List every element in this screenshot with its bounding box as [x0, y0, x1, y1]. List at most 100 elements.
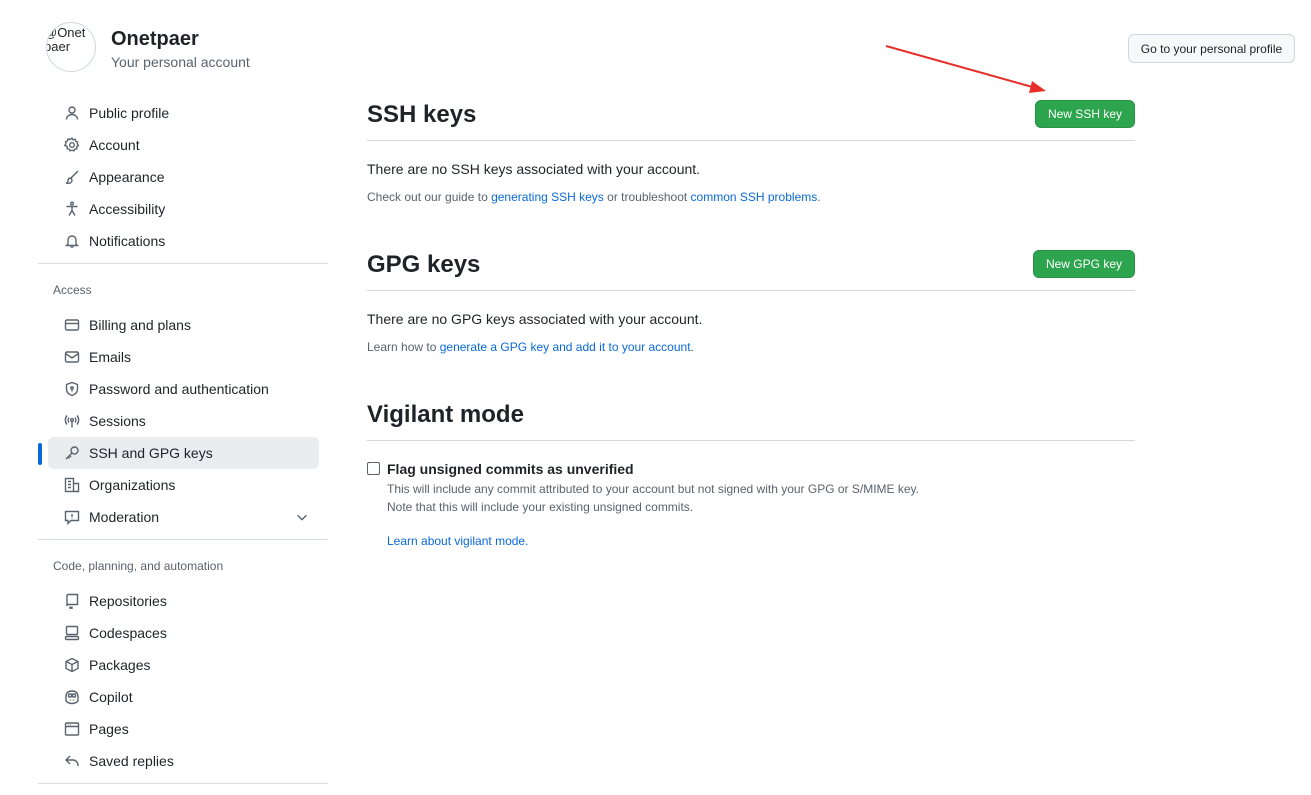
ssh-keys-header: SSH keys New SSH key: [367, 96, 1135, 141]
new-gpg-key-button[interactable]: New GPG key: [1032, 250, 1135, 278]
gpg-learn-suffix: .: [690, 340, 694, 354]
settings-sidebar: Public profile Account Appearance Access…: [38, 97, 328, 791]
sidebar-item-label: Public profile: [89, 105, 170, 121]
sidebar-section-access: Access: [53, 283, 92, 297]
mail-icon: [63, 348, 81, 366]
chevron-down-icon[interactable]: [295, 510, 309, 524]
sidebar-item-repositories[interactable]: Repositories: [48, 585, 319, 617]
copilot-icon: [63, 688, 81, 706]
ssh-guide-middle: or troubleshoot: [603, 190, 691, 204]
sidebar-item-password[interactable]: Password and authentication: [48, 373, 319, 405]
sidebar-item-label: Saved replies: [89, 753, 174, 769]
sidebar-item-label: Organizations: [89, 477, 176, 493]
sidebar-item-label: Pages: [89, 721, 129, 737]
shield-lock-icon: [63, 380, 81, 398]
vigilant-note-line1: This will include any commit attributed …: [387, 482, 920, 496]
flag-unsigned-commits-label[interactable]: Flag unsigned commits as unverified: [387, 461, 1135, 477]
sidebar-item-pages[interactable]: Pages: [48, 713, 319, 745]
sidebar-item-codespaces[interactable]: Codespaces: [48, 617, 319, 649]
generate-gpg-key-link[interactable]: generate a GPG key and add it to your ac…: [440, 340, 691, 354]
common-ssh-problems-link[interactable]: common SSH problems: [691, 190, 818, 204]
account-name[interactable]: Onetpaer: [111, 28, 199, 51]
sidebar-item-label: Billing and plans: [89, 317, 191, 333]
sidebar-item-label: Repositories: [89, 593, 167, 609]
sidebar-item-notifications[interactable]: Notifications: [48, 225, 319, 257]
sidebar-item-label: Codespaces: [89, 625, 167, 641]
sidebar-item-label: Password and authentication: [89, 381, 269, 397]
sidebar-item-ssh-gpg-keys[interactable]: SSH and GPG keys: [38, 437, 319, 469]
sidebar-item-label: Appearance: [89, 169, 165, 185]
accessibility-icon: [63, 200, 81, 218]
sidebar-item-public-profile[interactable]: Public profile: [48, 97, 319, 129]
gpg-learn-text: Learn how to generate a GPG key and add …: [367, 340, 1135, 354]
sidebar-item-label: SSH and GPG keys: [89, 445, 213, 461]
ssh-guide-suffix: .: [817, 190, 821, 204]
sidebar-item-moderation[interactable]: Moderation: [48, 501, 319, 533]
go-to-profile-button[interactable]: Go to your personal profile: [1128, 34, 1295, 63]
ssh-guide-prefix: Check out our guide to: [367, 190, 492, 204]
organization-icon: [63, 476, 81, 494]
new-ssh-key-button[interactable]: New SSH key: [1034, 100, 1135, 128]
codespaces-icon: [63, 624, 81, 642]
gpg-learn-prefix: Learn how to: [367, 340, 440, 354]
sidebar-item-label: Notifications: [89, 233, 166, 249]
broadcast-icon: [63, 412, 81, 430]
sidebar-item-label: Account: [89, 137, 140, 153]
sidebar-item-account[interactable]: Account: [48, 129, 319, 161]
gpg-keys-section: GPG keys New GPG key There are no GPG ke…: [367, 246, 1135, 354]
paintbrush-icon: [63, 168, 81, 186]
key-icon: [63, 444, 81, 462]
browser-icon: [63, 720, 81, 738]
account-subtitle: Your personal account: [111, 54, 250, 70]
ssh-empty-message: There are no SSH keys associated with yo…: [367, 161, 701, 177]
sidebar-item-appearance[interactable]: Appearance: [48, 161, 319, 193]
generating-ssh-keys-link[interactable]: generating SSH keys: [491, 190, 604, 204]
reply-icon: [63, 752, 81, 770]
sidebar-item-label: Moderation: [89, 509, 160, 525]
sidebar-code-group: Repositories Codespaces Packages Copilot…: [38, 585, 328, 777]
sidebar-divider: [38, 539, 328, 540]
sidebar-item-label: Accessibility: [89, 201, 166, 217]
gear-icon: [63, 136, 81, 154]
sidebar-item-accessibility[interactable]: Accessibility: [48, 193, 319, 225]
sidebar-item-packages[interactable]: Packages: [48, 649, 319, 681]
package-icon: [63, 656, 81, 674]
sidebar-item-saved-replies[interactable]: Saved replies: [48, 745, 319, 777]
bell-icon: [63, 232, 81, 250]
sidebar-divider: [38, 783, 328, 784]
sidebar-item-sessions[interactable]: Sessions: [48, 405, 319, 437]
gpg-keys-header: GPG keys New GPG key: [367, 246, 1135, 291]
sidebar-item-copilot[interactable]: Copilot: [48, 681, 319, 713]
sidebar-access-group: Billing and plans Emails Password and au…: [38, 309, 328, 533]
credit-card-icon: [63, 316, 81, 334]
main-content: SSH keys New SSH key There are no SSH ke…: [367, 96, 1135, 548]
sidebar-item-billing[interactable]: Billing and plans: [48, 309, 319, 341]
avatar-alt-line1: @Onet: [46, 25, 86, 40]
flag-unsigned-commits-checkbox[interactable]: [367, 462, 380, 475]
avatar-alt-line2: paer: [46, 39, 71, 54]
person-icon: [63, 104, 81, 122]
vigilant-mode-header: Vigilant mode: [367, 396, 1135, 441]
sidebar-divider: [38, 263, 328, 264]
sidebar-item-organizations[interactable]: Organizations: [48, 469, 319, 501]
vigilant-mode-section: Vigilant mode Flag unsigned commits as u…: [367, 396, 1135, 548]
gpg-keys-title: GPG keys: [367, 251, 481, 278]
sidebar-section-code: Code, planning, and automation: [53, 559, 224, 573]
sidebar-item-emails[interactable]: Emails: [48, 341, 319, 373]
vigilant-mode-option: Flag unsigned commits as unverified This…: [367, 461, 1135, 548]
sidebar-item-label: Copilot: [89, 689, 133, 705]
repo-icon: [63, 592, 81, 610]
gpg-empty-message: There are no GPG keys associated with yo…: [367, 311, 703, 327]
sidebar-item-label: Emails: [89, 349, 132, 365]
sidebar-top-group: Public profile Account Appearance Access…: [38, 97, 328, 257]
report-icon: [63, 508, 81, 526]
vigilant-note-line2: Note that this will include your existin…: [387, 500, 694, 514]
ssh-keys-section: SSH keys New SSH key There are no SSH ke…: [367, 96, 1135, 204]
vigilant-mode-title: Vigilant mode: [367, 401, 524, 428]
sidebar-item-label: Sessions: [89, 413, 146, 429]
sidebar-item-label: Packages: [89, 657, 151, 673]
avatar[interactable]: @Onet paer: [46, 22, 96, 72]
learn-vigilant-mode-link[interactable]: Learn about vigilant mode.: [387, 534, 1135, 548]
vigilant-note: This will include any commit attributed …: [387, 480, 1135, 516]
ssh-keys-title: SSH keys: [367, 101, 477, 128]
